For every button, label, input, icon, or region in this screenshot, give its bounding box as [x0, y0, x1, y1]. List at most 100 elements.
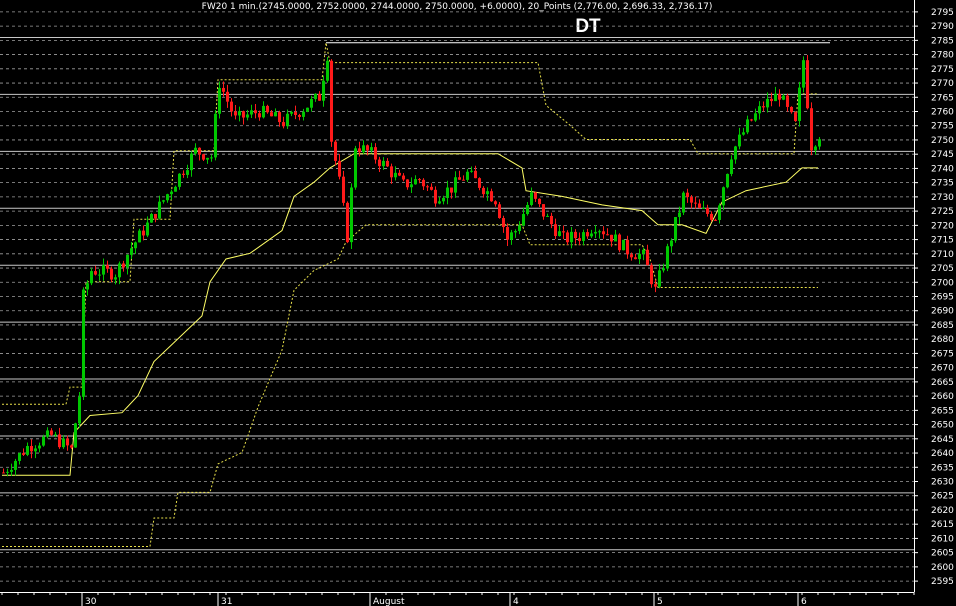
candle-body [222, 87, 225, 92]
y-tick-label: 2670 [931, 364, 954, 374]
candle-body [550, 215, 553, 225]
candle-body [298, 115, 301, 117]
candle-body [658, 270, 661, 287]
candle-body [422, 179, 425, 187]
candle-body [450, 187, 453, 193]
axes: 2595 2600 2605 2610 2615 2620 2625 2630 2635 2640… [0, 0, 954, 606]
candle-body [482, 187, 485, 195]
candle-body [590, 233, 593, 237]
candle-body [282, 122, 285, 127]
candle-body [350, 187, 353, 243]
candle-body [78, 396, 81, 424]
candle-body [742, 132, 745, 135]
candle-body [158, 201, 161, 219]
candle-body [382, 160, 385, 167]
y-tick-label: 2645 [931, 435, 954, 445]
candle-body [86, 283, 89, 290]
candle-body [130, 248, 133, 255]
candle-body [318, 93, 321, 101]
candle-body [398, 172, 401, 176]
candle-body [462, 179, 465, 181]
candle-body [374, 147, 377, 160]
candle-body [102, 265, 105, 275]
y-tick-label: 2680 [931, 335, 954, 345]
candle-body [162, 200, 165, 202]
candle-body [18, 453, 21, 461]
candle-body [798, 87, 801, 121]
candle-body [674, 217, 677, 241]
candle-body [210, 157, 213, 159]
candle-body [214, 113, 217, 158]
y-tick-label: 2755 [931, 122, 954, 132]
candle-body [334, 141, 337, 161]
y-tick-label: 2620 [931, 506, 954, 516]
candle-body [166, 194, 169, 201]
candle-body [818, 139, 821, 147]
candlestick-chart: 2595 2600 2605 2610 2615 2620 2625 2630 2635 2640… [0, 0, 954, 606]
candle-body [58, 434, 61, 448]
candle-body [726, 173, 729, 188]
indicator-bands [2, 42, 818, 547]
candle-body [522, 214, 525, 226]
candle-body [434, 189, 437, 204]
candle-body [770, 98, 773, 102]
candle-body [562, 231, 565, 233]
candle-body [386, 160, 389, 167]
candle-body [654, 284, 657, 287]
candle-body [218, 87, 221, 114]
candle-body [510, 232, 513, 240]
candle-body [534, 192, 537, 199]
candle-body [66, 438, 69, 446]
candle-body [242, 111, 245, 118]
candle-body [338, 160, 341, 177]
candle-body [774, 93, 777, 102]
candle-body [274, 112, 277, 117]
candle-body [758, 106, 761, 114]
candle-body [598, 231, 601, 233]
candle-body [490, 191, 493, 202]
x-tick-label: 5 [657, 597, 663, 606]
y-tick-label: 2745 [931, 150, 954, 160]
candle-body [714, 219, 717, 221]
candle-body [762, 106, 765, 108]
candle-body [426, 186, 429, 188]
candle-body [134, 242, 137, 249]
candle-body [566, 232, 569, 243]
x-tick-label: 6 [801, 597, 807, 606]
candle-body [670, 240, 673, 247]
candle-body [722, 187, 725, 206]
candle-body [606, 234, 609, 236]
candle-body [294, 111, 297, 116]
candle-body [790, 106, 793, 113]
y-tick-label: 2600 [931, 563, 954, 573]
candle-body [430, 186, 433, 190]
candle-body [250, 110, 253, 115]
candle-body [326, 60, 329, 81]
candle-body [246, 114, 249, 118]
candle-body [26, 445, 29, 455]
candle-body [98, 274, 101, 276]
y-tick-label: 2675 [931, 349, 954, 359]
candle-body [414, 179, 417, 185]
candle-body [258, 113, 261, 118]
candle-body [178, 173, 181, 187]
candle-body [206, 157, 209, 160]
candle-body [458, 177, 461, 180]
candle-body [702, 207, 705, 209]
candle-body [418, 179, 421, 181]
candle-body [782, 95, 785, 100]
candle-body [358, 148, 361, 153]
y-tick-label: 2795 [931, 8, 954, 18]
candle-body [582, 232, 585, 241]
candle-body [558, 231, 561, 236]
candle-body [10, 469, 13, 472]
candle-body [446, 187, 449, 198]
y-tick-label: 2705 [931, 264, 954, 274]
candle-body [746, 119, 749, 133]
candle-body [718, 205, 721, 220]
candle-body [118, 263, 121, 278]
y-tick-label: 2690 [931, 307, 954, 317]
x-tick-label: 31 [221, 597, 232, 606]
candle-body [46, 430, 49, 437]
candle-body [266, 105, 269, 113]
